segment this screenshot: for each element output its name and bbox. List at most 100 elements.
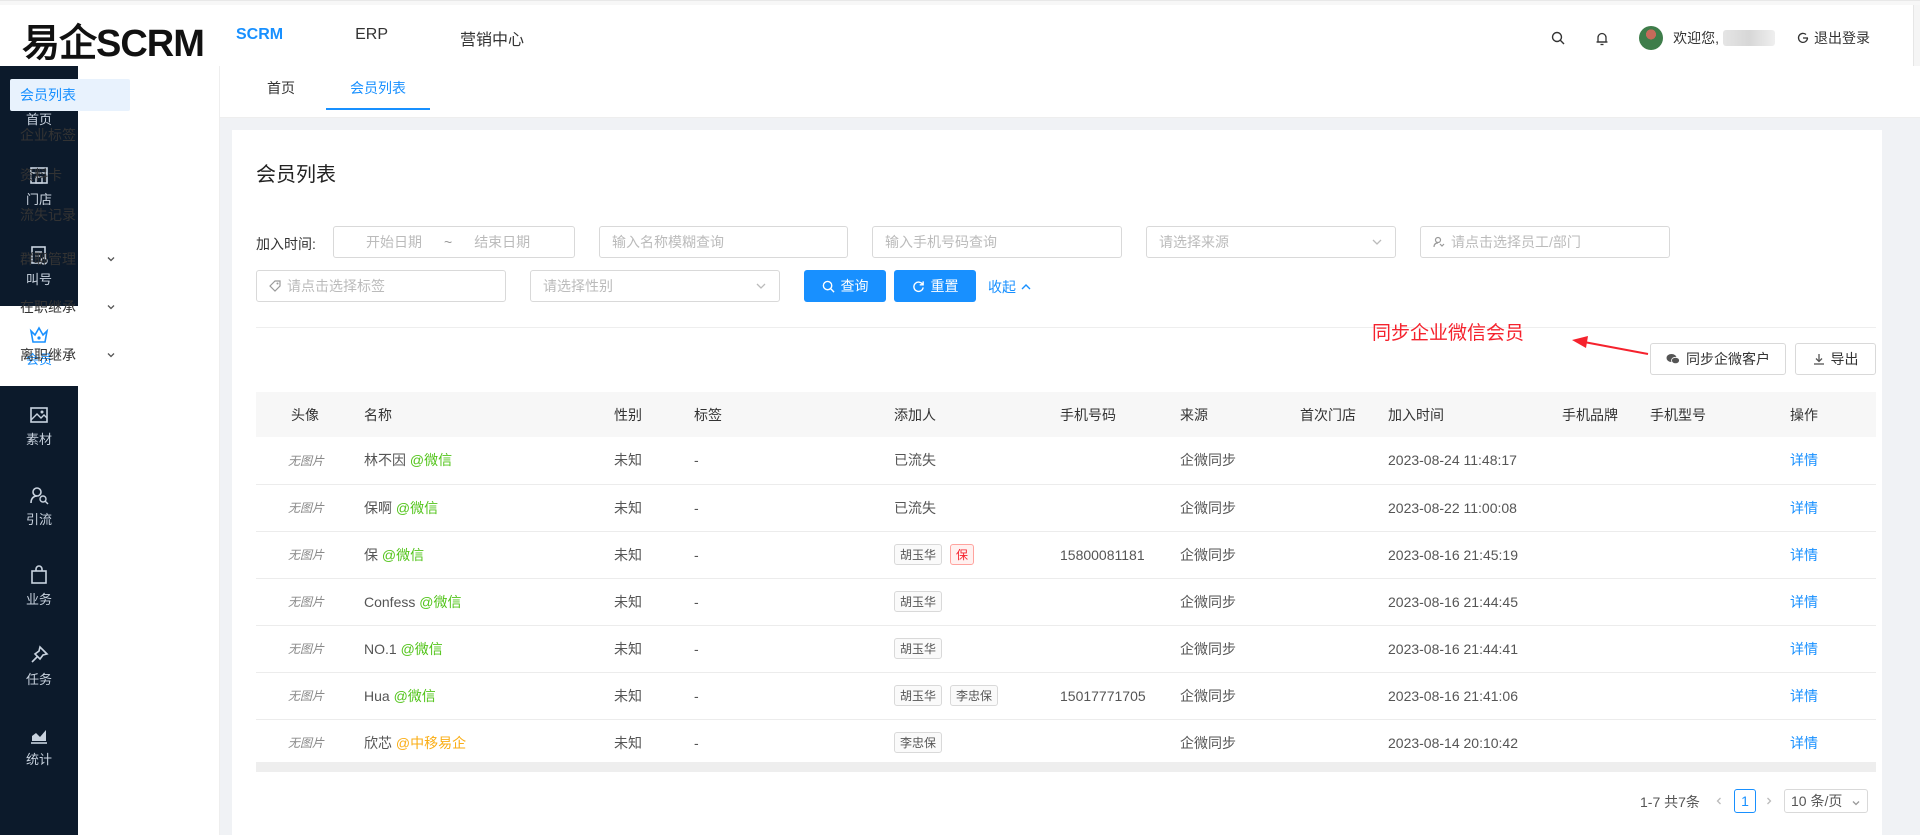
user-avatar[interactable]	[1639, 26, 1664, 50]
member-phone-model	[1650, 484, 1790, 532]
page-size-select[interactable]: 10 条/页	[1784, 789, 1868, 813]
submenu-churn-records[interactable]: 流失记录	[10, 199, 130, 231]
tab-home[interactable]: 首页	[254, 66, 308, 110]
member-channel: @中移易企	[395, 734, 467, 751]
detail-link[interactable]: 详情	[1790, 547, 1818, 563]
submenu-member-list[interactable]: 会员列表	[10, 79, 130, 111]
search-icon	[822, 280, 835, 293]
chevron-down-icon	[107, 257, 115, 262]
adder-status: 已流失	[894, 452, 936, 469]
submenu-profile-card[interactable]: 资料卡	[10, 159, 130, 191]
top-border	[0, 0, 1920, 5]
page-size-value: 10 条/页	[1791, 793, 1843, 809]
detail-link[interactable]: 详情	[1790, 500, 1818, 516]
topnav-marketing[interactable]: 营销中心	[460, 26, 524, 50]
member-first-store	[1300, 625, 1388, 673]
chevron-down-icon	[1372, 239, 1382, 245]
reset-button[interactable]: 重置	[894, 270, 976, 302]
topnav-erp[interactable]: ERP	[355, 26, 388, 50]
detail-link[interactable]: 详情	[1790, 594, 1818, 610]
collapse-label: 收起	[988, 279, 1016, 295]
gender-select[interactable]: 请选择性别	[530, 270, 780, 302]
member-name: 保啊	[364, 499, 392, 516]
image-icon	[30, 407, 48, 423]
member-name: 保	[364, 546, 378, 563]
logout-icon	[1797, 32, 1809, 43]
reset-button-label: 重置	[930, 278, 959, 294]
submenu-label: 离职继承	[20, 347, 76, 363]
topnav-scrm[interactable]: SCRM	[236, 26, 283, 50]
member-name: 欣芯	[364, 734, 392, 751]
member-first-store	[1300, 437, 1388, 485]
annotation-arrow	[1572, 336, 1649, 355]
tag-picker[interactable]: 请点击选择标签	[256, 270, 506, 302]
search-icon[interactable]	[1551, 31, 1565, 45]
detail-link[interactable]: 详情	[1790, 452, 1818, 468]
table-row: 无图片 保啊 @微信 未知 - 已流失 企微同步 2023-08-22 11:00:08 详情	[256, 484, 1876, 532]
collapse-filters-link[interactable]: 收起	[988, 277, 1032, 297]
col-header-phone-model: 手机型号	[1650, 392, 1790, 437]
export-button[interactable]: 导出	[1795, 343, 1876, 375]
name-search-input[interactable]: 输入名称模糊查询	[599, 226, 848, 258]
table-header-row: 头像 名称 性别 标签 添加人 手机号码 来源 首次门店 加入时间 手机品牌 手…	[256, 392, 1876, 437]
tab-member-list[interactable]: 会员列表	[326, 66, 430, 110]
table-row: 无图片 欣芯 @中移易企 未知 - 李忠保 企微同步 2023-08-14 20:10:42…	[256, 719, 1876, 767]
table-row: 无图片 林不因 @微信 未知 - 已流失 企微同步 2023-08-24 11:48:17 详…	[256, 437, 1876, 485]
detail-link[interactable]: 详情	[1790, 641, 1818, 657]
welcome-text: 欢迎您,	[1673, 30, 1719, 46]
member-join-time: 2023-08-16 21:44:41	[1388, 625, 1562, 673]
submenu-label: 在职继承	[20, 299, 76, 315]
next-page-button[interactable]	[1758, 789, 1780, 813]
member-source: 企微同步	[1180, 672, 1300, 720]
member-phone-model	[1650, 437, 1790, 485]
phone-search-input[interactable]: 输入手机号码查询	[872, 226, 1122, 258]
bell-icon[interactable]	[1595, 31, 1609, 46]
member-adders: 胡玉华 李忠保	[894, 672, 1060, 720]
submenu-onjob-inherit[interactable]: 在职继承	[10, 291, 130, 323]
member-adders: 胡玉华保	[894, 531, 1060, 579]
member-source: 企微同步	[1180, 719, 1300, 767]
submenu-group-chat[interactable]: 群聊管理	[10, 243, 130, 275]
sidebar-item-stats[interactable]: 统计	[0, 706, 78, 786]
detail-link[interactable]: 详情	[1790, 735, 1818, 751]
member-phone-model	[1650, 531, 1790, 579]
member-source: 企微同步	[1180, 625, 1300, 673]
prev-page-button[interactable]	[1708, 789, 1730, 813]
avatar-placeholder: 无图片	[288, 501, 325, 515]
member-channel: @微信	[409, 452, 453, 469]
submenu-offjob-inherit[interactable]: 离职继承	[10, 339, 130, 371]
sidebar-item-task[interactable]: 任务	[0, 626, 78, 706]
submenu-label: 会员列表	[20, 87, 76, 103]
member-table: 头像 名称 性别 标签 添加人 手机号码 来源 首次门店 加入时间 手机品牌 手…	[256, 392, 1876, 767]
member-source: 企微同步	[1180, 578, 1300, 626]
detail-link[interactable]: 详情	[1790, 688, 1818, 704]
user-select-icon	[1433, 236, 1445, 248]
avatar-placeholder: 无图片	[288, 548, 325, 562]
sidebar-item-material[interactable]: 素材	[0, 386, 78, 466]
sidebar-item-traffic[interactable]: 引流	[0, 466, 78, 546]
member-join-time: 2023-08-14 20:10:42	[1388, 719, 1562, 767]
sidebar-item-business[interactable]: 业务	[0, 546, 78, 626]
source-select[interactable]: 请选择来源	[1146, 226, 1396, 258]
page-1-button[interactable]: 1	[1734, 789, 1756, 813]
member-first-store	[1300, 531, 1388, 579]
submenu-corp-tags[interactable]: 企业标签	[10, 119, 130, 151]
date-range-picker[interactable]: 开始日期 ~ 结束日期	[333, 226, 575, 258]
staff-dept-picker[interactable]: 请点击选择员工/部门	[1420, 226, 1670, 258]
adder-tag: 胡玉华	[894, 591, 943, 612]
submenu-label: 流失记录	[20, 207, 76, 223]
member-join-time: 2023-08-24 11:48:17	[1388, 437, 1562, 485]
tag-placeholder: 请点击选择标签	[287, 278, 385, 294]
search-button[interactable]: 查询	[804, 270, 886, 302]
sidebar-item-label: 统计	[25, 752, 52, 767]
chevron-up-icon	[1021, 284, 1031, 290]
member-adders: 已流失	[894, 437, 1060, 485]
start-date-field[interactable]: 开始日期	[366, 232, 422, 252]
adder-tag: 李忠保	[950, 685, 999, 706]
gender-select-value: 请选择性别	[543, 278, 613, 294]
chart-icon	[31, 730, 47, 744]
logout-button[interactable]: 退出登录	[1797, 28, 1870, 48]
end-date-field[interactable]: 结束日期	[474, 232, 530, 252]
table-scrollbar[interactable]	[256, 762, 1876, 772]
sync-wecom-button[interactable]: 同步企微客户	[1650, 343, 1786, 375]
